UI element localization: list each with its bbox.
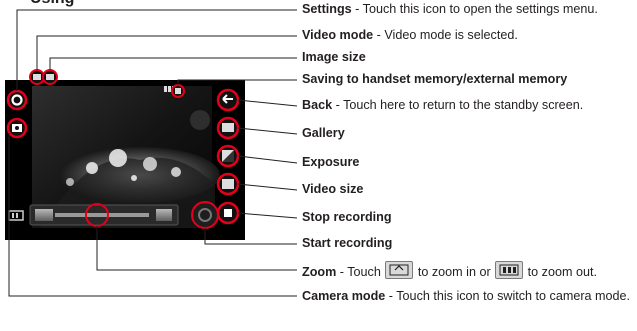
zoom-out-icon [495,261,524,279]
line-stop [237,212,298,219]
line-back [237,99,298,107]
callout-image-size: Image size [302,50,366,64]
line-settings [16,9,297,91]
callout-stop-recording: Stop recording [302,210,392,224]
start-recording-button [191,201,219,229]
zoom-in-icon [385,261,414,279]
exposure-button [216,144,240,168]
settings-button [6,89,28,111]
image-size-icon [42,69,58,85]
callout-back: Back - Touch here to return to the stand… [302,98,584,112]
line-gallery [237,127,298,135]
back-button [216,88,240,112]
callout-settings: Settings - Touch this icon to open the s… [302,2,598,16]
callout-saving-memory: Saving to handset memory/external memory [302,72,568,86]
callout-camera-mode: Camera mode - Touch this icon to switch … [302,289,631,303]
stop-recording-button [216,201,240,225]
zoom-slider [29,203,179,227]
gallery-button [216,116,240,140]
camera-mode-button [6,117,28,139]
memory-icon [171,84,185,98]
video-mode-icon [29,69,45,85]
line-video-mode [36,35,297,70]
video-size-button [216,172,240,196]
manual-diagram: Using [0,0,637,331]
callout-video-size: Video size [302,182,364,196]
line-exposure [237,155,298,164]
callout-video-mode: Video mode - Video mode is selected. [302,28,518,42]
callout-gallery: Gallery [302,126,345,140]
line-image-size [49,57,297,70]
callout-start-recording: Start recording [302,236,393,250]
callout-exposure: Exposure [302,155,360,169]
callout-zoom: Zoom - Touch to zoom in or to zoom out. [302,261,597,280]
line-video-size [237,183,298,191]
